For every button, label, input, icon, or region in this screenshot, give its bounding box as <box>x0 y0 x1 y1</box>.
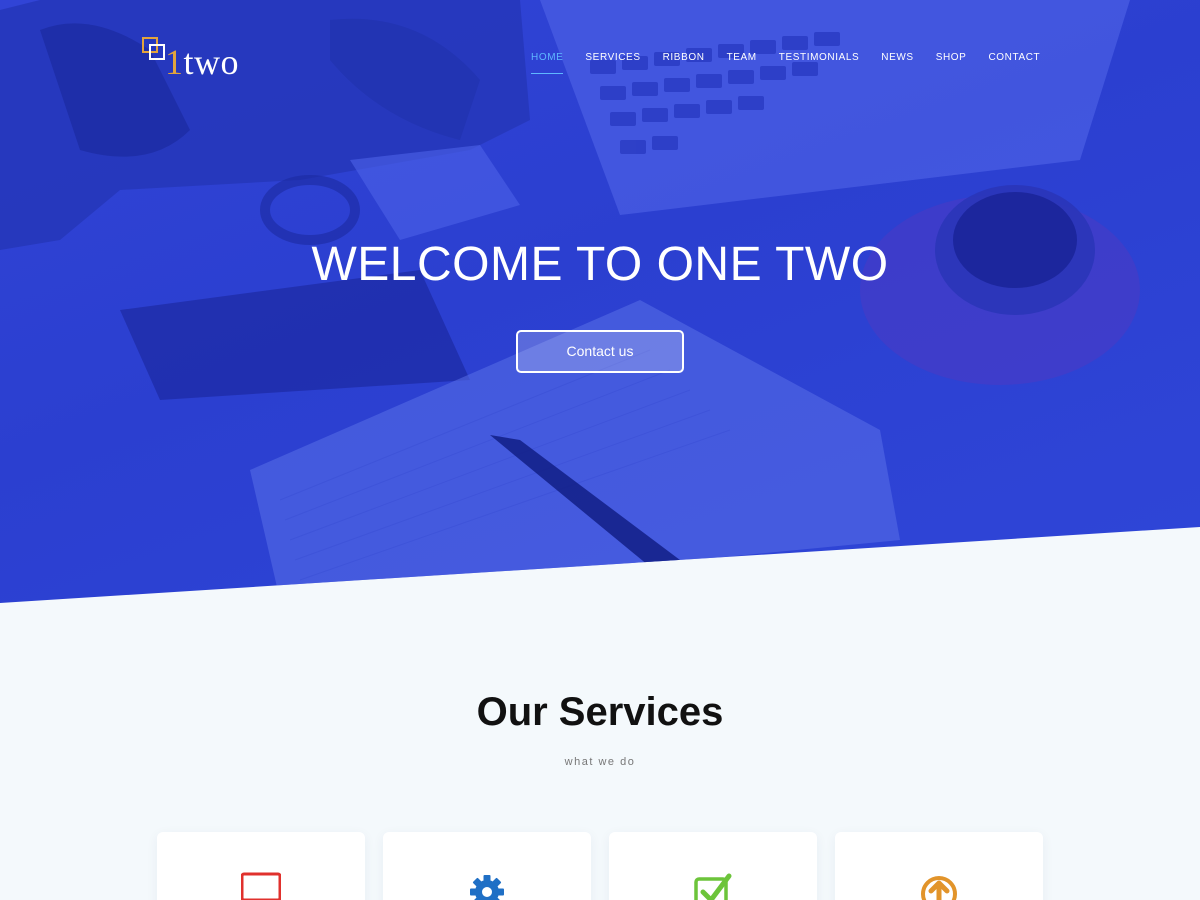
services-subtitle: what we do <box>564 756 636 768</box>
logo-word: two <box>183 42 239 82</box>
laptop-icon <box>241 872 281 900</box>
hero-section <box>0 0 1200 603</box>
nav-item-ribbon[interactable]: RIBBON <box>663 50 705 74</box>
hero-title: WELCOME TO ONE TWO <box>311 238 889 291</box>
service-card[interactable] <box>835 832 1043 900</box>
logo-numeral: 1 <box>165 42 184 82</box>
nav-item-contact[interactable]: CONTACT <box>988 50 1040 74</box>
nav-item-team[interactable]: TEAM <box>727 50 757 74</box>
services-title: Our Services <box>476 690 724 734</box>
nav-item-services[interactable]: SERVICES <box>585 50 640 74</box>
checkbox-icon <box>694 873 732 900</box>
main-nav: HOME SERVICES RIBBON TEAM TESTIMONIALS N… <box>520 50 1051 74</box>
services-cards <box>157 832 1044 900</box>
contact-us-button[interactable]: Contact us <box>516 330 684 373</box>
service-card[interactable] <box>383 832 591 900</box>
service-card[interactable] <box>157 832 365 900</box>
gear-icon <box>470 875 504 900</box>
nav-item-shop[interactable]: SHOP <box>936 50 967 74</box>
nav-item-testimonials[interactable]: TESTIMONIALS <box>779 50 860 74</box>
service-card[interactable] <box>609 832 817 900</box>
hero-background-image <box>0 0 1140 600</box>
site-logo[interactable]: 1two <box>141 36 261 82</box>
logo-wordmark: 1two <box>165 42 239 82</box>
nav-item-home[interactable]: HOME <box>531 50 564 74</box>
upload-icon <box>921 876 957 900</box>
nav-item-news[interactable]: NEWS <box>881 50 913 74</box>
